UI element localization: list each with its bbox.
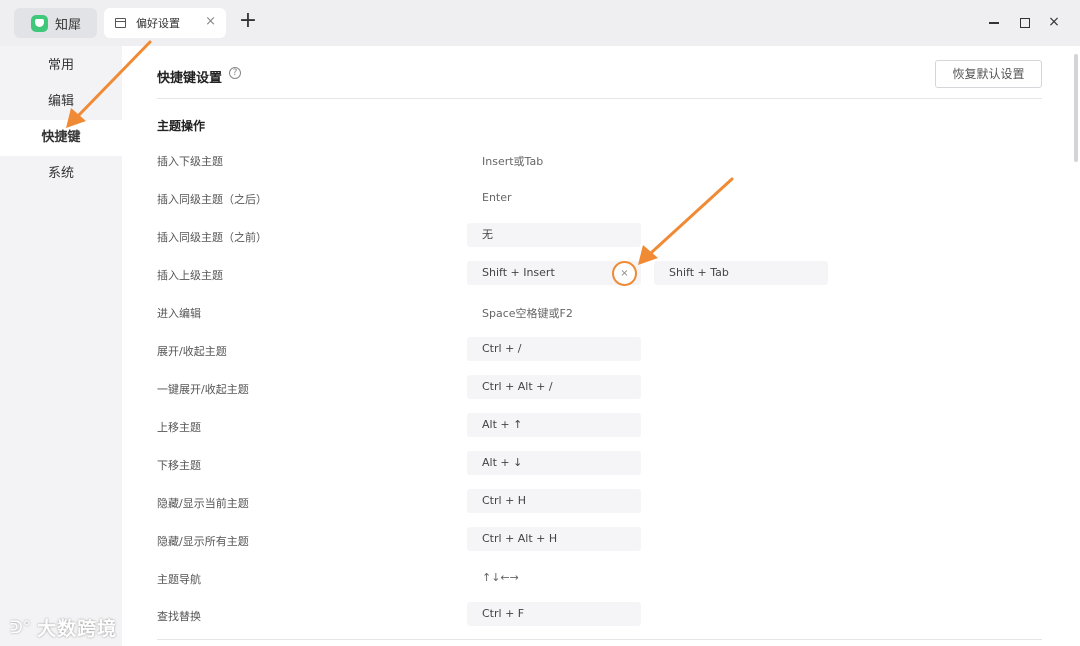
sidebar-item-general[interactable]: 常用 xyxy=(0,48,122,84)
shortcut-label: 插入下级主题 xyxy=(157,155,223,168)
shortcut-label: 插入同级主题（之后） xyxy=(157,193,267,206)
shortcut-key-field[interactable]: Ctrl + Alt + / xyxy=(467,375,641,399)
shortcut-label: 插入上级主题 xyxy=(157,269,223,282)
shortcut-label: 隐藏/显示当前主题 xyxy=(157,497,249,510)
shortcut-key-field[interactable]: Ctrl + F xyxy=(467,602,641,626)
maximize-button[interactable] xyxy=(1014,12,1034,32)
panel-header: 快捷键设置 ? 恢复默认设置 xyxy=(157,46,1042,99)
app-tab[interactable]: 知犀 xyxy=(14,8,97,38)
shortcut-key-field[interactable]: Ctrl + Alt + H xyxy=(467,527,641,551)
shortcut-label: 进入编辑 xyxy=(157,307,201,320)
shortcut-label: 插入同级主题（之前） xyxy=(157,231,267,244)
shortcut-key-field-secondary[interactable]: Shift + Tab xyxy=(654,261,828,285)
sidebar-item-edit[interactable]: 编辑 xyxy=(0,84,122,120)
shortcut-label: 展开/收起主题 xyxy=(157,345,227,358)
help-icon[interactable]: ? xyxy=(229,67,241,79)
shortcut-key-readonly: Insert或Tab xyxy=(482,155,544,168)
tab-preferences[interactable]: 偏好设置 × xyxy=(104,8,226,38)
shortcut-key-field[interactable]: Alt + ↓ xyxy=(467,451,641,475)
sidebar-item-shortcuts[interactable]: 快捷键 xyxy=(0,120,122,156)
shortcut-key-field[interactable]: Ctrl + H xyxy=(467,489,641,513)
section-title: 主题操作 xyxy=(157,119,206,133)
shortcut-label: 下移主题 xyxy=(157,459,201,472)
scrollbar[interactable] xyxy=(1074,54,1078,162)
sidebar-item-system[interactable]: 系统 xyxy=(0,156,122,192)
watermark-text: 大数跨境 xyxy=(37,618,118,640)
tab-close-icon[interactable]: × xyxy=(205,14,216,29)
reset-defaults-button[interactable]: 恢复默认设置 xyxy=(935,60,1042,88)
shortcut-key-readonly: Enter xyxy=(482,191,512,204)
shortcut-key-readonly: Space空格键或F2 xyxy=(482,307,573,320)
shortcut-label: 主题导航 xyxy=(157,573,201,586)
divider xyxy=(157,639,1042,640)
shortcut-label: 一键展开/收起主题 xyxy=(157,383,249,396)
minimize-button[interactable] xyxy=(984,12,1004,32)
settings-panel: 快捷键设置 ? 恢复默认设置 主题操作 插入下级主题 Insert或Tab 插入… xyxy=(122,46,1080,646)
close-window-button[interactable]: × xyxy=(1044,12,1064,32)
sidebar: 常用 编辑 快捷键 系统 xyxy=(0,46,122,646)
tab-title: 偏好设置 xyxy=(136,17,180,30)
clear-shortcut-icon[interactable]: × xyxy=(612,261,637,286)
new-tab-button[interactable]: + xyxy=(238,8,258,36)
page-title: 快捷键设置 xyxy=(157,71,223,86)
app-name: 知犀 xyxy=(55,17,82,33)
shortcut-label: 查找替换 xyxy=(157,610,201,623)
shortcut-key-field[interactable]: 无 xyxy=(467,223,641,247)
shortcut-key-readonly: ↑↓←→ xyxy=(482,571,519,584)
shortcut-label: 隐藏/显示所有主题 xyxy=(157,535,249,548)
watermark: ᕲ° 大数跨境 xyxy=(10,614,117,641)
watermark-logo-icon: ᕲ° xyxy=(10,617,32,638)
shortcut-key-field[interactable]: Alt + ↑ xyxy=(467,413,641,437)
shortcut-key-field[interactable]: Ctrl + / xyxy=(467,337,641,361)
app-logo-icon xyxy=(31,14,48,32)
shortcut-label: 上移主题 xyxy=(157,421,201,434)
window-icon xyxy=(115,18,126,28)
title-bar: 知犀 偏好设置 × + × xyxy=(0,0,1080,46)
